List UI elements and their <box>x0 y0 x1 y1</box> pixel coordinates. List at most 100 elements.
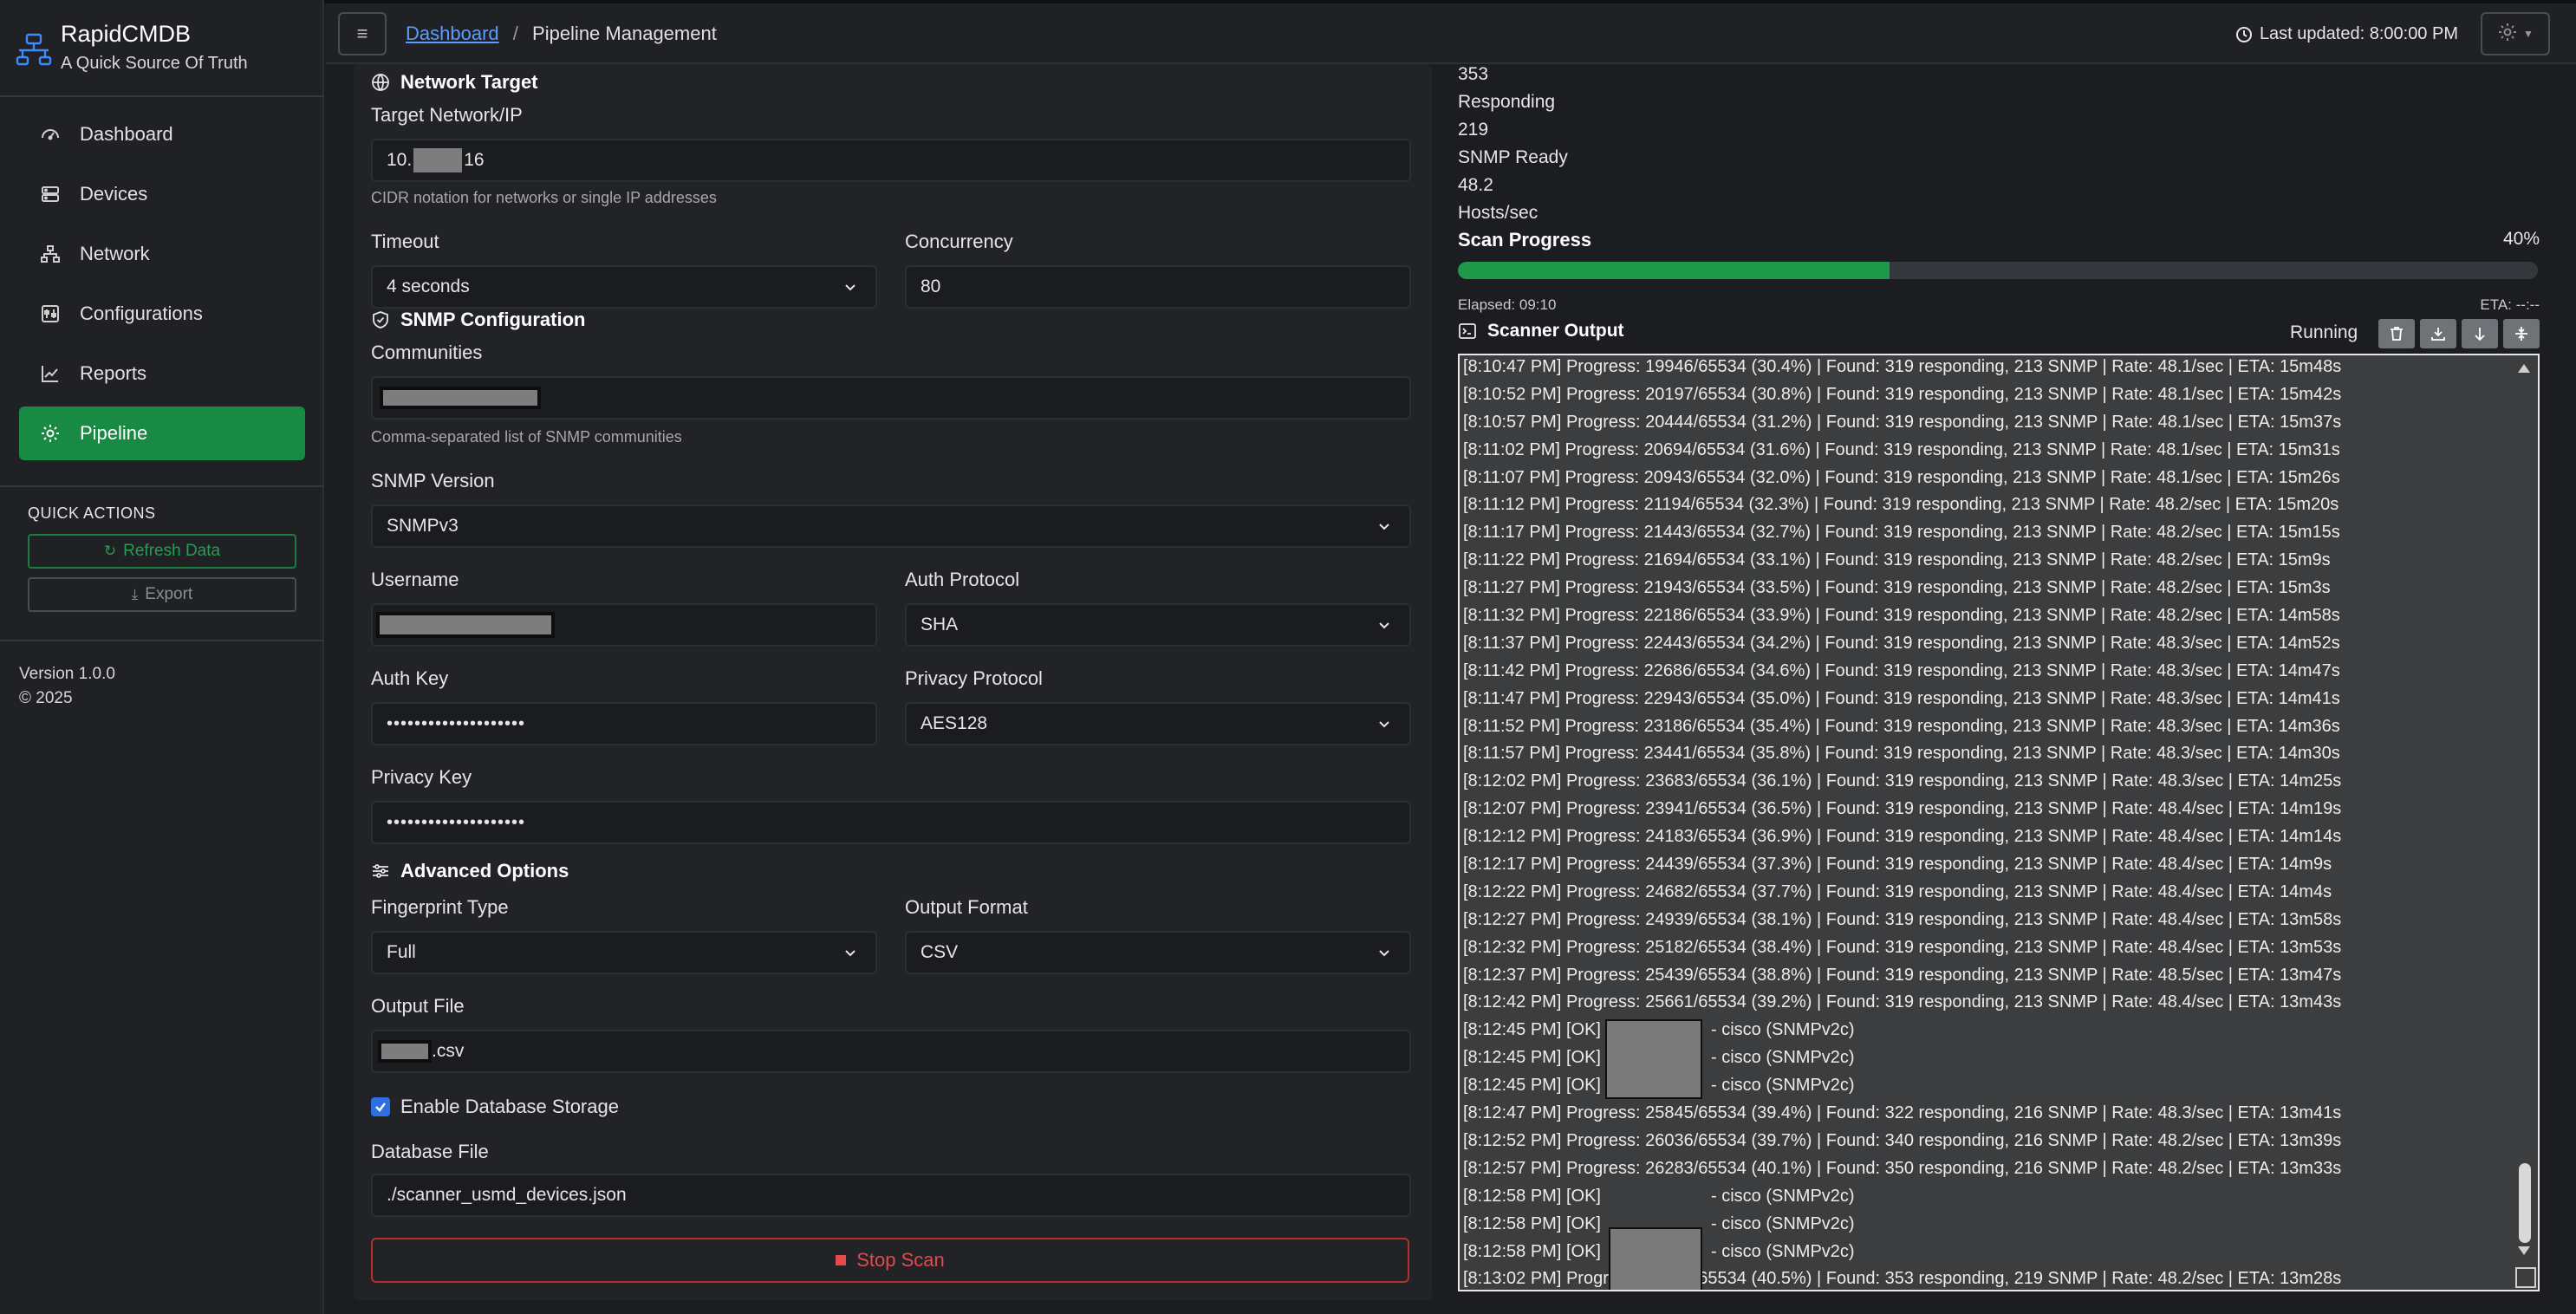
shield-icon <box>371 310 390 329</box>
stop-scan-button[interactable]: Stop Scan <box>371 1238 1409 1283</box>
log-line: [8:12:42 PM] Progress: 25661/65534 (39.2… <box>1463 989 2510 1017</box>
download-icon <box>2431 328 2445 341</box>
clear-output-button[interactable] <box>2378 319 2415 348</box>
output-format-select[interactable]: CSV <box>905 931 1411 974</box>
communities-label: Communities <box>371 342 483 363</box>
log-line: [8:11:32 PM] Progress: 22186/65534 (33.9… <box>1463 602 2510 630</box>
sidebar-item-network[interactable]: Network <box>19 227 305 281</box>
console-scrollbar[interactable] <box>2512 355 2538 1290</box>
fingerprint-select[interactable]: Full <box>371 931 877 974</box>
log-line: [8:12:17 PM] Progress: 24439/65534 (37.3… <box>1463 851 2510 879</box>
scanner-log: [8:10:47 PM] Progress: 19946/65534 (30.4… <box>1463 355 2510 1290</box>
db-file-input[interactable]: ./scanner_usmd_devices.json <box>371 1174 1411 1217</box>
log-line-text: [8:11:22 PM] Progress: 21694/65534 (33.1… <box>1463 550 2331 570</box>
auth-key-input[interactable]: •••••••••••••••••••• <box>371 702 877 745</box>
log-line: [8:12:37 PM] Progress: 25439/65534 (38.8… <box>1463 962 2510 990</box>
breadcrumb-dashboard-link[interactable]: Dashboard <box>406 23 499 44</box>
log-line-text: [8:11:47 PM] Progress: 22943/65534 (35.0… <box>1463 688 2340 708</box>
log-line-text: [8:12:58 PM] [OK] <box>1463 1241 1601 1261</box>
download-output-button[interactable] <box>2420 319 2456 348</box>
gauge-icon <box>40 124 61 145</box>
export-button[interactable]: ⤓ Export <box>28 577 296 612</box>
sidebar-item-dashboard[interactable]: Dashboard <box>19 107 305 161</box>
privacy-protocol-select[interactable]: AES128 <box>905 702 1411 745</box>
device-suffix: - cisco (SNMPv2c) <box>1711 1048 1855 1068</box>
timeout-select[interactable]: 4 seconds <box>371 265 877 309</box>
log-line-text: [8:12:45 PM] [OK] <box>1463 1076 1601 1096</box>
target-prefix: 10. <box>387 150 413 170</box>
collapse-output-button[interactable] <box>2503 319 2540 348</box>
menu-toggle-button[interactable]: ≡ <box>338 12 387 55</box>
scroll-down-arrow-icon[interactable] <box>2518 1246 2530 1255</box>
export-label: Export <box>145 585 193 603</box>
last-updated: Last updated: 8:00:00 PM <box>2235 24 2458 44</box>
log-line-text: [8:10:47 PM] Progress: 19946/65534 (30.4… <box>1463 357 2342 376</box>
sidebar-item-pipeline[interactable]: Pipeline <box>19 407 305 460</box>
chevron-down-icon <box>1379 721 1389 728</box>
log-line-text: [8:12:17 PM] Progress: 24439/65534 (37.3… <box>1463 855 2332 875</box>
db-storage-checkbox[interactable] <box>371 1097 390 1116</box>
version-label: Version 1.0.0 <box>19 665 115 683</box>
scrollbar-thumb[interactable] <box>2519 1163 2531 1243</box>
last-updated-text: Last updated: 8:00:00 PM <box>2259 24 2458 43</box>
communities-input[interactable] <box>371 376 1411 420</box>
log-line-text: [8:11:42 PM] Progress: 22686/65534 (34.6… <box>1463 660 2340 680</box>
app-tagline: A Quick Source Of Truth <box>61 54 248 73</box>
log-line: [8:11:12 PM] Progress: 21194/65534 (32.3… <box>1463 491 2510 519</box>
snmp-version-select[interactable]: SNMPv3 <box>371 504 1411 548</box>
chevron-down-icon <box>845 284 855 291</box>
stop-icon <box>836 1255 847 1265</box>
chevron-down-icon: ▼ <box>2523 28 2534 40</box>
snmp-config-title: SNMP Configuration <box>400 309 586 330</box>
scroll-up-arrow-icon[interactable] <box>2518 364 2530 373</box>
privacy-key-input[interactable]: •••••••••••••••••••• <box>371 801 1411 844</box>
log-line-text: [8:11:07 PM] Progress: 20943/65534 (32.0… <box>1463 467 2340 487</box>
scanner-status: Running <box>2290 322 2358 342</box>
chart-line-icon <box>40 363 61 384</box>
auth-protocol-select[interactable]: SHA <box>905 603 1411 647</box>
timeout-label: Timeout <box>371 231 439 252</box>
scan-progress-title: Scan Progress <box>1458 229 1592 250</box>
snmp-version-value: SNMPv3 <box>387 516 459 536</box>
refresh-icon: ↻ <box>103 543 117 559</box>
log-line-text: [8:11:37 PM] Progress: 22443/65534 (34.2… <box>1463 633 2340 653</box>
db-file-label: Database File <box>371 1141 489 1162</box>
snmp-config-heading: SNMP Configuration <box>371 309 585 331</box>
gear-icon <box>40 423 61 444</box>
log-line-text: [8:12:58 PM] [OK] <box>1463 1186 1601 1206</box>
advanced-options-title: Advanced Options <box>400 860 569 881</box>
scanner-output-console[interactable]: [8:10:47 PM] Progress: 19946/65534 (30.4… <box>1458 354 2540 1291</box>
username-input[interactable] <box>371 603 877 647</box>
concurrency-input[interactable]: 80 <box>905 265 1411 309</box>
breadcrumb: Dashboard / Pipeline Management <box>406 23 717 45</box>
output-format-value: CSV <box>920 942 959 962</box>
sidebar-item-reports[interactable]: Reports <box>19 347 305 400</box>
log-line: [8:11:42 PM] Progress: 22686/65534 (34.6… <box>1463 658 2510 686</box>
timeout-value: 4 seconds <box>387 276 470 296</box>
sidebar-item-configurations[interactable]: Configurations <box>19 287 305 341</box>
log-line-text: [8:12:32 PM] Progress: 25182/65534 (38.4… <box>1463 937 2342 957</box>
refresh-data-button[interactable]: ↻ Refresh Data <box>28 534 296 569</box>
target-label: Target Network/IP <box>371 104 523 126</box>
auth-key-label: Auth Key <box>371 667 449 689</box>
log-line: [8:12:02 PM] Progress: 23683/65534 (36.1… <box>1463 768 2510 796</box>
log-line: [8:10:47 PM] Progress: 19946/65534 (30.4… <box>1463 355 2510 381</box>
log-line-text: [8:11:57 PM] Progress: 23441/65534 (35.8… <box>1463 744 2340 764</box>
redacted-block <box>376 612 555 638</box>
log-line: [8:11:17 PM] Progress: 21443/65534 (32.7… <box>1463 519 2510 547</box>
output-file-input[interactable]: .csv <box>371 1030 1411 1073</box>
settings-gear-icon <box>2497 22 2518 47</box>
log-line: [8:12:22 PM] Progress: 24682/65534 (37.7… <box>1463 879 2510 907</box>
db-storage-checkbox-row[interactable]: Enable Database Storage <box>371 1096 619 1118</box>
scroll-to-bottom-button[interactable] <box>2462 319 2498 348</box>
fingerprint-label: Fingerprint Type <box>371 896 509 918</box>
target-network-input[interactable]: 10. 16 <box>371 139 1411 182</box>
stop-scan-label: Stop Scan <box>856 1249 945 1271</box>
log-line-text: [8:12:57 PM] Progress: 26283/65534 (40.1… <box>1463 1158 2342 1178</box>
resize-handle-icon[interactable] <box>2515 1267 2536 1288</box>
advanced-options-heading: Advanced Options <box>371 860 569 882</box>
snmp-ready-label: SNMP Ready <box>1458 147 1568 167</box>
sidebar-item-devices[interactable]: Devices <box>19 167 305 221</box>
log-line: [8:11:57 PM] Progress: 23441/65534 (35.8… <box>1463 740 2510 768</box>
settings-menu-button[interactable]: ▼ <box>2481 12 2550 55</box>
